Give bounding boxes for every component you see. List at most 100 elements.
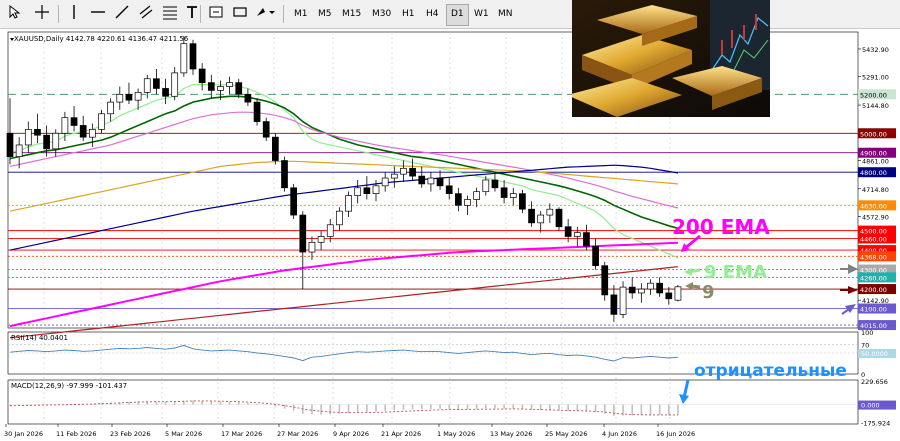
candle-body[interactable] <box>125 93 133 101</box>
candle-body[interactable] <box>15 144 23 157</box>
cursor-icon[interactable] <box>4 4 24 24</box>
candle-body[interactable] <box>628 286 636 294</box>
candle-body[interactable] <box>537 214 545 224</box>
candle-body[interactable] <box>217 86 224 91</box>
candle-body[interactable] <box>244 93 252 103</box>
timeframe-m1[interactable]: M1 <box>290 4 312 24</box>
candle-body[interactable] <box>656 282 664 294</box>
candle-body[interactable] <box>24 129 32 146</box>
candle-body[interactable] <box>134 92 142 101</box>
candle-body[interactable] <box>519 193 526 210</box>
candle-body[interactable] <box>509 193 517 198</box>
candle-body[interactable] <box>326 224 334 237</box>
candle-body[interactable] <box>665 292 673 300</box>
price-tick-label: 4572.90 <box>862 213 889 221</box>
candle-body[interactable] <box>34 129 41 136</box>
shapes-menu-icon[interactable] <box>254 4 276 24</box>
rsi-tick-label: 50.0000 <box>861 350 888 358</box>
candle-body[interactable] <box>299 214 307 253</box>
candle-body[interactable] <box>464 199 471 206</box>
candle-body[interactable] <box>52 132 60 150</box>
candle-body[interactable] <box>363 187 371 194</box>
candle-body[interactable] <box>162 88 169 97</box>
candle-body[interactable] <box>336 210 343 226</box>
candle-body[interactable] <box>473 191 480 200</box>
timeframe-m30[interactable]: M30 <box>368 4 395 24</box>
candle-body[interactable] <box>528 208 535 224</box>
candle-body[interactable] <box>317 236 325 243</box>
text-tool-icon[interactable] <box>182 4 202 24</box>
candle-body[interactable] <box>455 193 462 206</box>
candle-body[interactable] <box>253 101 261 122</box>
candle-body[interactable] <box>290 187 297 216</box>
candle-body[interactable] <box>345 195 352 212</box>
candle-body[interactable] <box>153 78 160 89</box>
candle-body[interactable] <box>70 117 78 126</box>
timeframe-h1[interactable]: H1 <box>398 4 419 24</box>
level-label: 4260.00 <box>860 274 887 282</box>
candle-body[interactable] <box>610 294 618 315</box>
candle-body[interactable] <box>79 125 87 138</box>
candle-body[interactable] <box>381 177 389 187</box>
crosshair-icon[interactable] <box>32 4 52 24</box>
candle-body[interactable] <box>272 136 279 161</box>
candle-body[interactable] <box>592 245 599 267</box>
timeframe-h4[interactable]: H4 <box>422 4 443 24</box>
date-tick-label: 9 Apr 2026 <box>333 430 369 438</box>
candle-body[interactable] <box>546 208 554 216</box>
candle-body[interactable] <box>43 134 50 150</box>
trendline-icon[interactable] <box>112 4 132 24</box>
candle-body[interactable] <box>226 82 233 87</box>
candle-body[interactable] <box>171 72 179 97</box>
candle-body[interactable] <box>564 226 572 237</box>
candle-body[interactable] <box>107 101 115 115</box>
label-tool-icon[interactable] <box>206 4 226 24</box>
vertical-line-icon[interactable] <box>64 4 84 24</box>
timeframe-mn[interactable]: MN <box>494 4 517 24</box>
candle-body[interactable] <box>189 43 197 70</box>
timeframe-d1[interactable]: D1 <box>446 4 469 26</box>
candle-body[interactable] <box>637 288 645 294</box>
candle-body[interactable] <box>198 68 206 83</box>
candle-body[interactable] <box>445 185 453 194</box>
level-label: 4200.00 <box>860 286 887 294</box>
rectangle-icon[interactable] <box>230 4 250 24</box>
timeframe-w1[interactable]: W1 <box>470 4 493 24</box>
candle-body[interactable] <box>281 160 288 189</box>
candle-body[interactable] <box>482 179 490 193</box>
candle-body[interactable] <box>207 82 215 91</box>
candle-body[interactable] <box>6 132 14 157</box>
candle-body[interactable] <box>390 173 398 179</box>
timeframe-m15[interactable]: M15 <box>338 4 365 24</box>
candle-body[interactable] <box>354 187 362 196</box>
candle-body[interactable] <box>61 117 69 134</box>
candle-body[interactable] <box>601 265 609 296</box>
candle-body[interactable] <box>500 187 508 198</box>
timeframe-m5[interactable]: M5 <box>314 4 336 24</box>
candle-body[interactable] <box>619 286 627 315</box>
candle-body[interactable] <box>143 78 151 93</box>
candle-body[interactable] <box>88 129 96 138</box>
candle-body[interactable] <box>491 179 499 189</box>
candle-body[interactable] <box>583 232 590 247</box>
candle-body[interactable] <box>116 93 124 103</box>
candle-body[interactable] <box>436 177 444 187</box>
candle-body[interactable] <box>180 43 188 74</box>
price-tick-label: 5291.00 <box>862 74 889 82</box>
candle-body[interactable] <box>262 121 270 138</box>
candle-body[interactable] <box>418 175 426 185</box>
candle-body[interactable] <box>308 241 316 253</box>
candle-body[interactable] <box>674 286 682 301</box>
candle-body[interactable] <box>235 82 243 95</box>
fibonacci-icon[interactable] <box>160 4 180 24</box>
candle-body[interactable] <box>427 177 435 185</box>
candle-body[interactable] <box>573 232 581 237</box>
candle-body[interactable] <box>409 167 416 177</box>
candle-body[interactable] <box>400 167 407 175</box>
candle-body[interactable] <box>372 185 380 194</box>
candle-body[interactable] <box>647 282 654 290</box>
candle-body[interactable] <box>555 208 563 228</box>
horizontal-line-icon[interactable] <box>88 4 108 24</box>
candle-body[interactable] <box>98 113 105 130</box>
channel-icon[interactable] <box>136 4 156 24</box>
